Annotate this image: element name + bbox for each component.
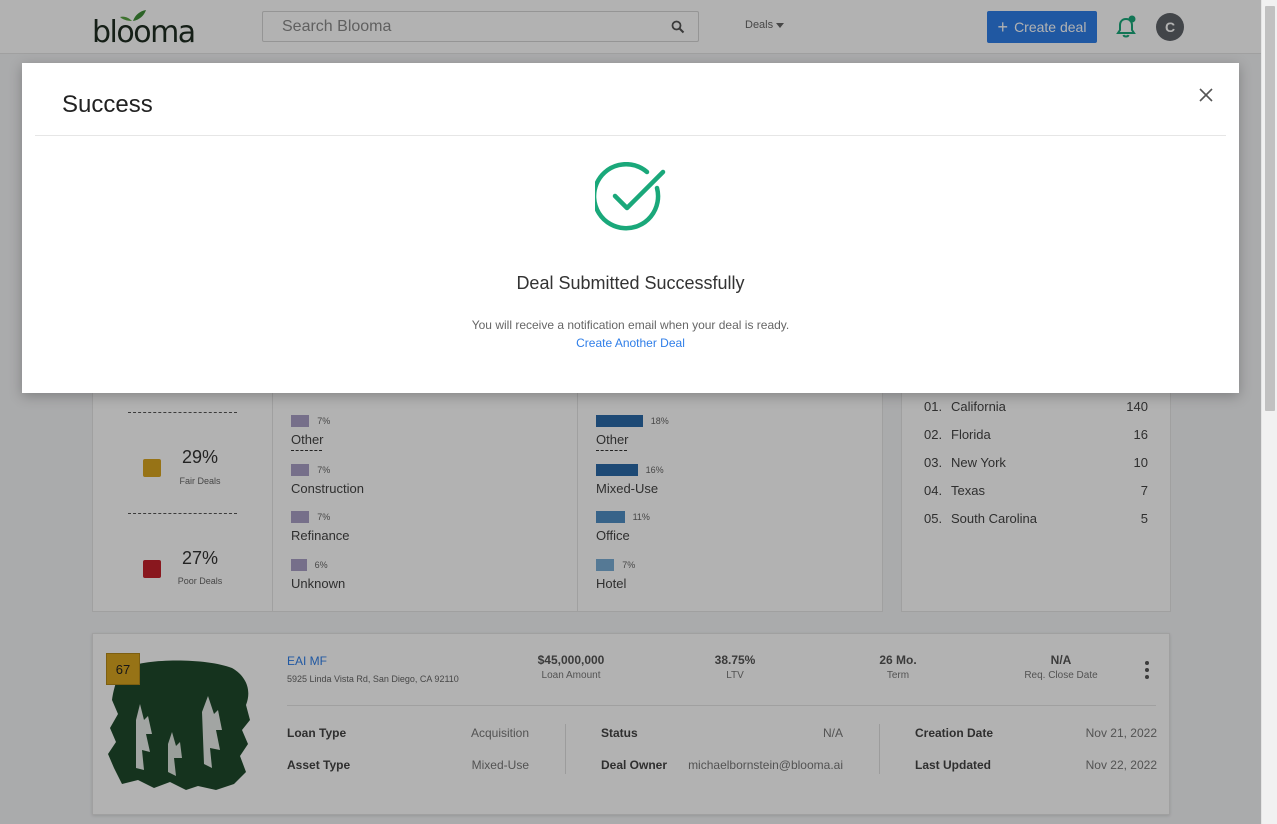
check-circle-icon <box>595 162 666 231</box>
modal-divider <box>35 135 1226 136</box>
modal-title: Success <box>62 91 153 118</box>
success-modal: Success Deal Submitted Successfully You … <box>22 63 1239 393</box>
page-scrollbar[interactable] <box>1261 0 1277 824</box>
close-button[interactable] <box>1198 87 1214 103</box>
success-message: You will receive a notification email wh… <box>471 318 790 332</box>
create-another-deal-label[interactable]: Create Another Deal <box>576 336 685 350</box>
create-another-deal-link[interactable]: Create Another Deal <box>22 336 1239 350</box>
success-heading: Deal Submitted Successfully <box>516 273 745 293</box>
close-icon <box>1199 88 1213 102</box>
scrollbar-thumb[interactable] <box>1265 6 1275 411</box>
